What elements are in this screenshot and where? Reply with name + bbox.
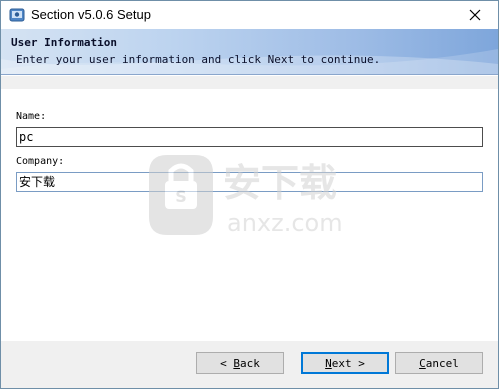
watermark-shield-icon: S [149, 155, 213, 235]
next-button[interactable]: Next > [301, 352, 389, 374]
header-banner: User Information Enter your user informa… [1, 29, 498, 75]
window-title: Section v5.0.6 Setup [31, 7, 151, 22]
anxz-watermark: S 安下载 anxz.com [149, 155, 343, 237]
next-button-accel: N [325, 356, 332, 370]
name-label: Name: [16, 111, 47, 122]
back-button-rest: ack [240, 356, 260, 370]
setup-window: Section v5.0.6 Setup User Information En… [0, 0, 499, 389]
back-button-prefix: < [220, 356, 234, 370]
title-bar[interactable]: Section v5.0.6 Setup [1, 1, 498, 29]
company-label: Company: [16, 156, 65, 167]
watermark-domain-text: anxz.com [227, 209, 343, 237]
page-title: User Information [11, 36, 117, 49]
page-subtitle: Enter your user information and click Ne… [16, 53, 381, 66]
next-button-rest: ext > [331, 356, 365, 370]
banner-divider [1, 75, 498, 76]
cancel-button-accel: C [419, 356, 426, 370]
back-button[interactable]: < Back [196, 352, 284, 374]
close-icon [469, 9, 481, 21]
back-button-accel: B [233, 356, 240, 370]
svg-text:S: S [175, 187, 187, 206]
cancel-button[interactable]: Cancel [395, 352, 483, 374]
name-input[interactable]: pc [16, 127, 483, 147]
cancel-button-rest: ancel [425, 356, 459, 370]
watermark-cn-text: 安下载 [223, 161, 337, 205]
close-button[interactable] [452, 1, 498, 29]
setup-app-icon [9, 8, 25, 22]
